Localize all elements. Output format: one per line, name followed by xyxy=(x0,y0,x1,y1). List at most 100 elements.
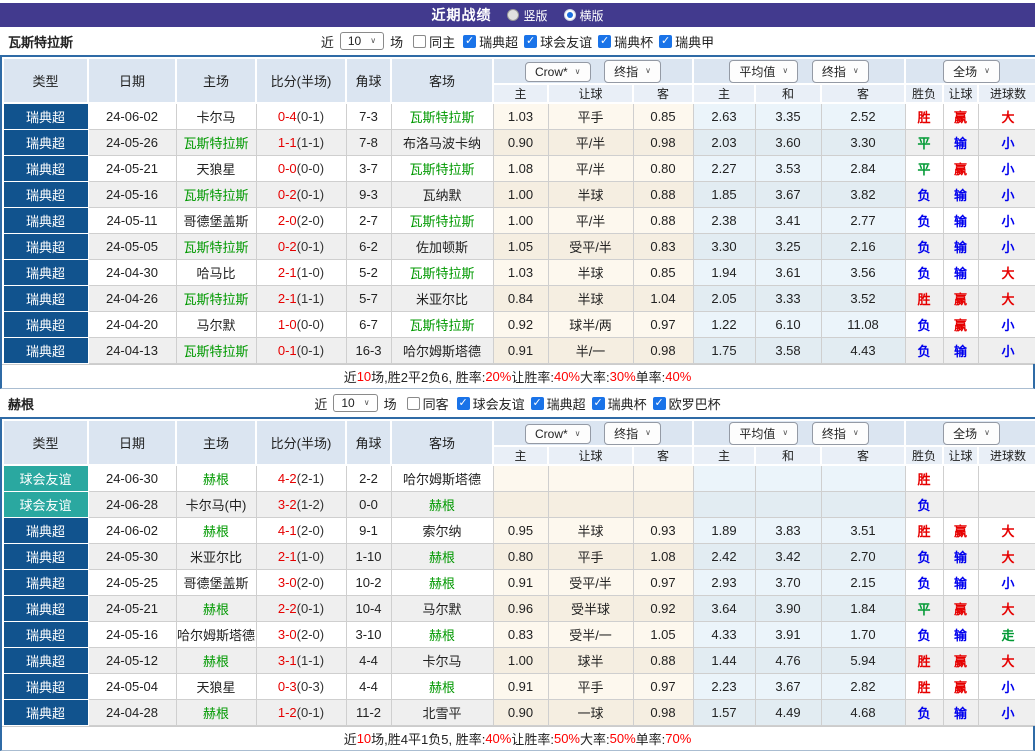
result-goals-cell: 小 xyxy=(978,182,1035,208)
asian-handicap-cell: 平/半 xyxy=(548,208,633,234)
match-type-cell: 瑞典超 xyxy=(3,182,88,208)
league-filter-checkbox[interactable]: ✓瑞典超 xyxy=(463,32,518,51)
corner-cell: 1-10 xyxy=(346,544,391,570)
col-away: 客场 xyxy=(391,58,493,103)
away-team-cell: 瓦斯特拉斯 xyxy=(391,260,493,286)
league-filter-checkbox[interactable]: ✓球会友谊 xyxy=(457,394,525,413)
home-team-cell: 哈尔姆斯塔德 xyxy=(176,622,256,648)
away-team-cell: 北雪平 xyxy=(391,700,493,726)
asian-away-odds-cell: 1.05 xyxy=(633,622,693,648)
corner-cell: 0-0 xyxy=(346,492,391,518)
result-handicap-cell: 输 xyxy=(943,234,978,260)
asian-handicap-cell xyxy=(548,465,633,492)
euro-away-odds-cell: 2.70 xyxy=(821,544,905,570)
bookmaker-dropdown[interactable]: Crow*∨ xyxy=(525,62,591,82)
euro-final-dropdown[interactable]: 终指∨ xyxy=(812,60,869,83)
result-handicap-cell: 赢 xyxy=(943,156,978,182)
league-filter-label: 欧罗巴杯 xyxy=(669,394,721,413)
home-team-cell: 瓦斯特拉斯 xyxy=(176,234,256,260)
asian-away-odds-cell: 0.88 xyxy=(633,208,693,234)
league-filter-checkbox[interactable]: ✓瑞典超 xyxy=(531,394,586,413)
match-type-cell: 瑞典超 xyxy=(3,156,88,182)
euro-home-odds-cell: 2.63 xyxy=(693,103,755,130)
home-team-cell: 哈马比 xyxy=(176,260,256,286)
match-type-cell: 球会友谊 xyxy=(3,465,88,492)
home-team-cell: 哥德堡盖斯 xyxy=(176,208,256,234)
match-date-cell: 24-05-21 xyxy=(88,596,176,622)
asian-home-odds-cell: 1.00 xyxy=(493,648,548,674)
home-team-cell: 赫根 xyxy=(176,596,256,622)
league-filter-checkbox[interactable]: ✓欧罗巴杯 xyxy=(653,394,721,413)
match-date-cell: 24-05-16 xyxy=(88,182,176,208)
corner-cell: 11-2 xyxy=(346,700,391,726)
euro-home-odds-cell: 4.33 xyxy=(693,622,755,648)
score-cell: 3-1(1-1) xyxy=(256,648,346,674)
checkbox-icon: ✓ xyxy=(524,35,537,48)
layout-horizontal-radio[interactable]: 横版 xyxy=(564,7,604,24)
euro-final-dropdown-value: 终指 xyxy=(822,63,846,80)
euro-company-dropdown[interactable]: 平均值∨ xyxy=(729,422,798,445)
bookmaker-dropdown[interactable]: Crow*∨ xyxy=(525,424,591,444)
euro-draw-odds-cell: 3.90 xyxy=(755,596,821,622)
euro-away-odds-cell xyxy=(821,465,905,492)
match-row: 瑞典超24-05-26瓦斯特拉斯1-1(1-1)7-8布洛马波卡纳0.90平/半… xyxy=(3,130,1035,156)
league-filter-checkbox[interactable]: ✓瑞典杯 xyxy=(598,32,653,51)
away-team-cell: 佐加顿斯 xyxy=(391,234,493,260)
match-type-cell: 瑞典超 xyxy=(3,700,88,726)
match-count-value: 10 xyxy=(348,34,361,48)
result-handicap-cell: 输 xyxy=(943,700,978,726)
scope-dropdown[interactable]: 全场∨ xyxy=(943,60,1000,83)
league-filter-checkbox[interactable]: ✓球会友谊 xyxy=(524,32,592,51)
layout-vertical-radio[interactable]: 竖版 xyxy=(507,7,547,24)
corner-cell: 9-1 xyxy=(346,518,391,544)
euro-draw-odds-cell: 3.61 xyxy=(755,260,821,286)
league-filter-checkbox[interactable]: ✓瑞典甲 xyxy=(659,32,714,51)
result-goals-cell: 小 xyxy=(978,208,1035,234)
scope-dropdown[interactable]: 全场∨ xyxy=(943,422,1000,445)
col-type: 类型 xyxy=(3,58,88,103)
euro-company-dropdown[interactable]: 平均值∨ xyxy=(729,60,798,83)
unit-label: 场 xyxy=(384,394,397,413)
same-venue-checkbox[interactable]: 同主 xyxy=(413,32,455,51)
same-venue-checkbox[interactable]: 同客 xyxy=(407,394,449,413)
asian-final-dropdown[interactable]: 终指∨ xyxy=(604,422,661,445)
match-count-select[interactable]: 10 ∨ xyxy=(333,394,377,412)
euro-final-dropdown[interactable]: 终指∨ xyxy=(812,422,869,445)
asian-handicap-cell xyxy=(548,492,633,518)
results-table-wrap: 类型 日期 主场 比分(半场) 角球 客场 Crow*∨ 终指∨ 平均值∨ 终指… xyxy=(0,55,1035,389)
match-row: 瑞典超24-05-04天狼星0-3(0-3)4-4赫根0.91平手0.972.2… xyxy=(3,674,1035,700)
checkbox-icon: ✓ xyxy=(659,35,672,48)
match-row: 瑞典超24-05-21赫根2-2(0-1)10-4马尔默0.96受半球0.923… xyxy=(3,596,1035,622)
match-date-cell: 24-05-26 xyxy=(88,130,176,156)
match-type-cell: 瑞典超 xyxy=(3,260,88,286)
score-cell: 3-2(1-2) xyxy=(256,492,346,518)
match-count-select[interactable]: 10 ∨ xyxy=(340,32,384,50)
col-away: 客场 xyxy=(391,420,493,465)
league-filter-checkbox[interactable]: ✓瑞典杯 xyxy=(592,394,647,413)
home-team-cell: 哥德堡盖斯 xyxy=(176,570,256,596)
asian-home-odds-cell: 0.83 xyxy=(493,622,548,648)
euro-home-odds-cell: 1.57 xyxy=(693,700,755,726)
subcol-goals: 进球数 xyxy=(978,446,1035,465)
result-handicap-cell: 赢 xyxy=(943,103,978,130)
result-handicap-cell: 赢 xyxy=(943,518,978,544)
euro-draw-odds-cell: 3.35 xyxy=(755,103,821,130)
result-handicap-cell: 输 xyxy=(943,338,978,364)
match-type-cell: 瑞典超 xyxy=(3,312,88,338)
euro-home-odds-cell: 2.93 xyxy=(693,570,755,596)
result-goals-cell: 小 xyxy=(978,156,1035,182)
asian-handicap-cell: 平/半 xyxy=(548,156,633,182)
asian-final-dropdown[interactable]: 终指∨ xyxy=(604,60,661,83)
euro-draw-odds-cell: 3.42 xyxy=(755,544,821,570)
euro-draw-odds-cell: 3.67 xyxy=(755,182,821,208)
league-filter-label: 瑞典超 xyxy=(547,394,586,413)
result-goals-cell: 大 xyxy=(978,518,1035,544)
subcol-handicap: 让球 xyxy=(943,446,978,465)
summary-text: 40% xyxy=(485,731,511,746)
corner-cell: 3-10 xyxy=(346,622,391,648)
asian-home-odds-cell: 0.91 xyxy=(493,338,548,364)
asian-away-odds-cell: 0.88 xyxy=(633,648,693,674)
summary-text: 场,胜2平2负6, 胜率: xyxy=(371,367,485,386)
asian-handicap-cell: 受半球 xyxy=(548,596,633,622)
result-handicap-cell: 输 xyxy=(943,570,978,596)
